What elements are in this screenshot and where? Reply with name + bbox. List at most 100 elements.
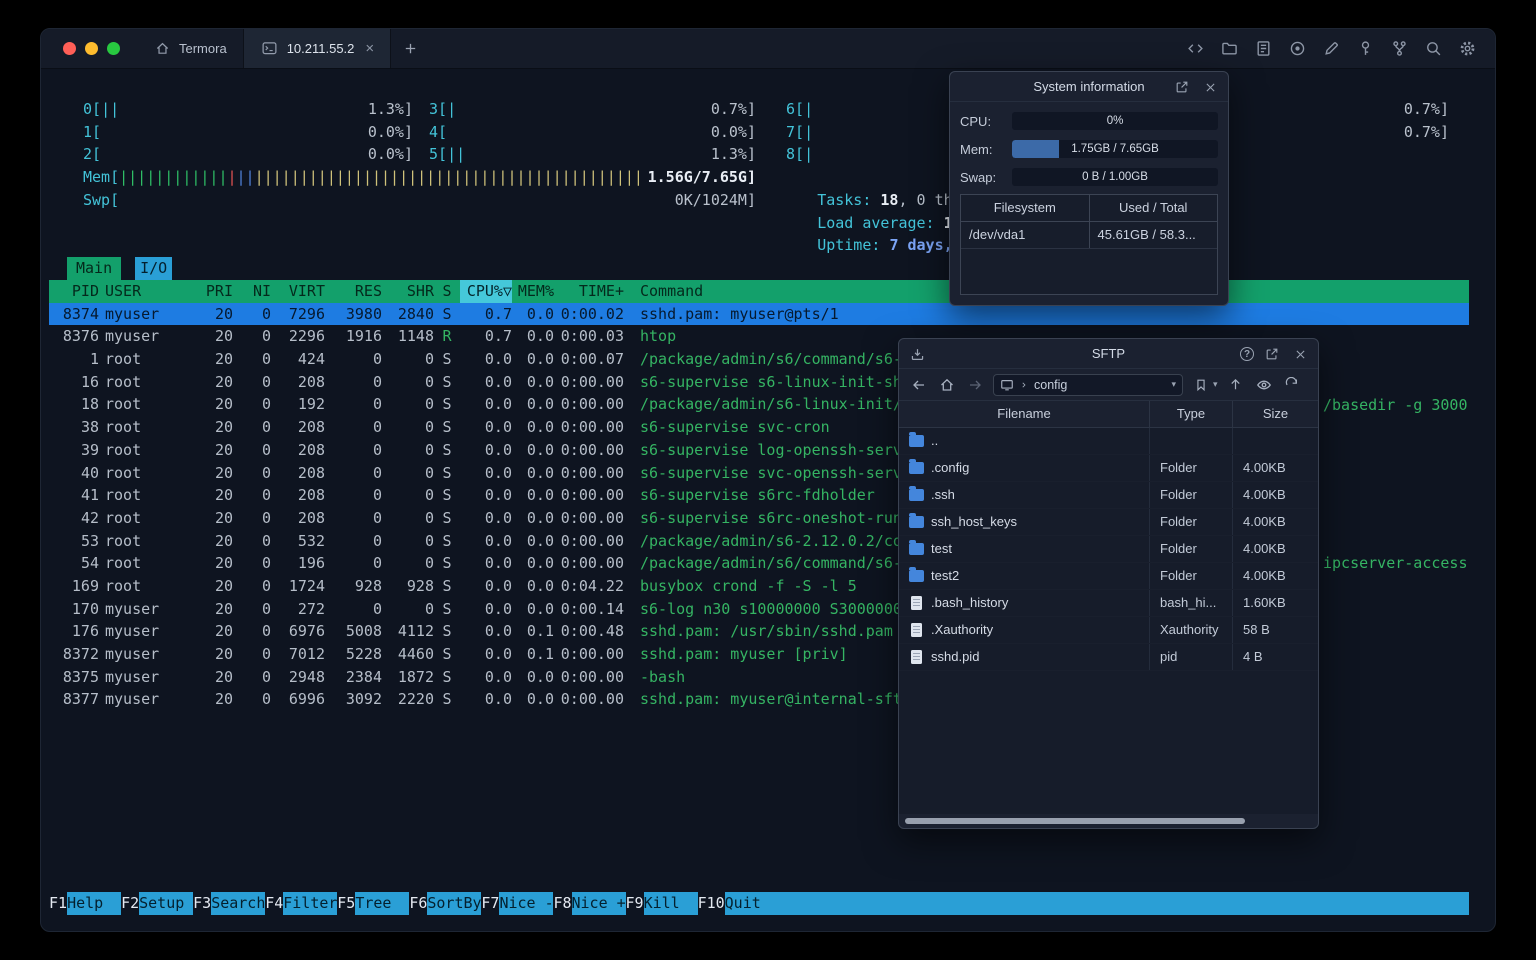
record-icon[interactable] xyxy=(1287,39,1307,59)
search-icon[interactable] xyxy=(1423,39,1443,59)
res-cell: 0 xyxy=(372,395,382,414)
column-header[interactable]: CPU%▽ xyxy=(460,280,512,303)
scrollbar-thumb[interactable] xyxy=(905,818,1245,824)
function-key-button[interactable]: F6 SortBy xyxy=(409,892,482,915)
cpu-usage-row: CPU: 0% xyxy=(960,112,1218,130)
close-tab-icon[interactable]: × xyxy=(365,41,374,56)
column-type[interactable]: Type xyxy=(1149,401,1232,427)
file-row[interactable]: test Folder 4.00KB xyxy=(899,536,1318,563)
column-header[interactable]: NI xyxy=(233,280,271,303)
column-filesystem[interactable]: Filesystem xyxy=(961,195,1089,221)
help-icon[interactable]: ? xyxy=(1240,347,1254,361)
cpu-meter-column-1: 0[|| 1.3%] 1[0.0%] 2[0.0%] xyxy=(83,98,413,166)
user-cell: root xyxy=(105,395,142,414)
filesystem-row[interactable]: /dev/vda1 45.61GB / 58.3... xyxy=(961,222,1217,249)
file-size: 58 B xyxy=(1232,617,1318,643)
settings-icon[interactable] xyxy=(1457,39,1477,59)
close-panel-icon[interactable] xyxy=(1200,77,1220,97)
shr-cell: 0 xyxy=(424,440,434,459)
cpu-cell: 0.0 xyxy=(484,599,512,618)
tab-session[interactable]: 10.211.55.2 × xyxy=(243,29,392,68)
column-header[interactable]: SHR xyxy=(382,280,434,303)
cpu-cell: 0.0 xyxy=(484,372,512,391)
cpu-meter: 4[0.0%] xyxy=(429,122,756,141)
column-header[interactable]: PID xyxy=(49,280,99,303)
function-key-button[interactable]: F4 Filter xyxy=(265,892,338,915)
htop-tab-io[interactable]: I/O xyxy=(135,257,173,280)
file-row[interactable]: sshd.pid pid 4 B xyxy=(899,644,1318,671)
shr-cell: 4112 xyxy=(397,622,434,641)
branch-icon[interactable] xyxy=(1389,39,1409,59)
bookmarks-dropdown-icon[interactable]: ▾ xyxy=(1213,380,1218,389)
zoom-window-button[interactable] xyxy=(107,42,120,55)
pri-cell: 20 xyxy=(214,440,233,459)
transfers-download-icon[interactable] xyxy=(907,344,927,364)
state-cell: S xyxy=(442,395,452,414)
column-header[interactable]: RES xyxy=(325,280,382,303)
file-row[interactable]: ssh_host_keys Folder 4.00KB xyxy=(899,509,1318,536)
open-in-new-window-icon[interactable] xyxy=(1172,77,1192,97)
column-header[interactable]: PRI xyxy=(193,280,233,303)
file-row[interactable]: .config Folder 4.00KB xyxy=(899,455,1318,482)
refresh-icon[interactable] xyxy=(1282,375,1302,395)
show-hidden-files-icon[interactable] xyxy=(1254,375,1274,395)
function-key-button[interactable]: F9 Kill xyxy=(626,892,698,915)
function-key-button[interactable]: F1 Help xyxy=(49,892,122,915)
file-type-icon xyxy=(911,623,922,637)
function-key-button[interactable]: F8 Nice + xyxy=(553,892,626,915)
user-cell: myuser xyxy=(105,645,160,663)
column-header[interactable]: USER xyxy=(99,280,193,303)
tab-termora-home[interactable]: Termora xyxy=(136,29,244,68)
minimize-window-button[interactable] xyxy=(85,42,98,55)
function-key-button[interactable]: F7 Nice - xyxy=(481,892,554,915)
parent-directory-icon[interactable] xyxy=(1226,375,1246,395)
bookmarks-icon[interactable] xyxy=(1191,375,1211,395)
column-used-total[interactable]: Used / Total xyxy=(1088,195,1218,221)
close-window-button[interactable] xyxy=(63,42,76,55)
folder-icon[interactable] xyxy=(1219,39,1239,59)
function-key-number: F10 xyxy=(697,894,725,912)
virt-cell: 208 xyxy=(297,463,325,482)
horizontal-scrollbar[interactable] xyxy=(901,816,1316,826)
tab-label: Termora xyxy=(179,41,227,56)
code-icon[interactable] xyxy=(1185,39,1205,59)
state-cell: S xyxy=(442,690,452,709)
file-row[interactable]: .bash_history bash_hi... 1.60KB xyxy=(899,590,1318,617)
cpu-cell: 0.0 xyxy=(484,690,512,709)
process-row[interactable]: 8374 myuser 20 0 7296 3980 2840 S 0.7 0.… xyxy=(49,302,1469,326)
function-key-button[interactable]: F3 Search xyxy=(193,892,266,915)
column-header[interactable]: MEM% xyxy=(512,280,554,303)
pid-cell: 8376 xyxy=(62,327,99,346)
user-cell: root xyxy=(105,440,142,459)
home-icon[interactable] xyxy=(937,375,957,395)
path-breadcrumb[interactable]: config ▾ xyxy=(993,373,1183,396)
file-row[interactable]: test2 Folder 4.00KB xyxy=(899,563,1318,590)
key-icon[interactable] xyxy=(1355,39,1375,59)
back-icon[interactable] xyxy=(909,375,929,395)
column-size[interactable]: Size xyxy=(1232,401,1318,427)
function-key-button[interactable]: F5 Tree xyxy=(337,892,410,915)
log-icon[interactable] xyxy=(1253,39,1273,59)
file-row[interactable]: .. xyxy=(899,428,1318,455)
system-information-panel: System information CPU: 0% Mem: 1.75GB /… xyxy=(949,71,1229,306)
new-tab-button[interactable] xyxy=(403,41,418,56)
cpu-meter: 3[| 0.7%] xyxy=(429,100,756,118)
file-row[interactable]: .Xauthority Xauthority 58 B xyxy=(899,617,1318,644)
edit-icon[interactable] xyxy=(1321,39,1341,59)
column-header[interactable]: TIME+ xyxy=(554,280,624,303)
column-filename[interactable]: Filename xyxy=(899,401,1149,427)
cpu-cell: 0.0 xyxy=(484,418,512,437)
file-row[interactable]: .ssh Folder 4.00KB xyxy=(899,482,1318,509)
function-key-button[interactable]: F10 Quit xyxy=(698,892,779,915)
path-dropdown-icon[interactable]: ▾ xyxy=(1171,380,1176,389)
function-key-button[interactable]: F2 Setup xyxy=(121,892,194,915)
user-cell: root xyxy=(105,508,142,527)
state-cell: S xyxy=(442,463,452,482)
close-panel-icon[interactable] xyxy=(1290,344,1310,364)
res-cell: 0 xyxy=(372,599,382,618)
htop-tab-main[interactable]: Main xyxy=(67,257,122,280)
open-in-new-window-icon[interactable] xyxy=(1262,344,1282,364)
forward-icon[interactable] xyxy=(965,375,985,395)
column-header[interactable]: VIRT xyxy=(271,280,325,303)
column-header[interactable]: S xyxy=(434,280,460,303)
